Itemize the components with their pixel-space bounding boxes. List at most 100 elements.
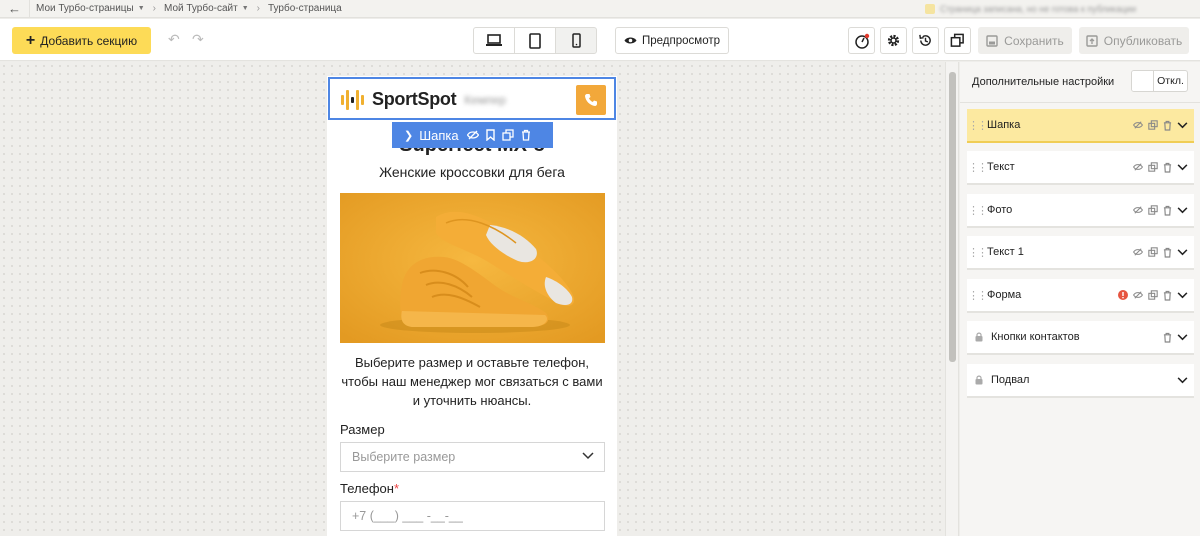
chevron-down-icon[interactable]	[1177, 248, 1188, 256]
publish-button[interactable]: Опубликовать	[1079, 27, 1189, 54]
undo-icon[interactable]: ↶	[168, 31, 180, 48]
hide-eye-icon[interactable]	[466, 130, 479, 140]
hide-eye-icon[interactable]	[1133, 121, 1143, 129]
copy-icon[interactable]	[501, 129, 514, 141]
gear-icon	[887, 34, 900, 47]
phone-label-text: Телефон	[340, 481, 394, 496]
chevron-down-icon	[582, 452, 594, 460]
caret-down-icon: ▼	[137, 5, 145, 12]
save-label: Сохранить	[1004, 33, 1064, 48]
trash-icon[interactable]	[1163, 120, 1172, 131]
chevron-down-icon[interactable]	[1177, 376, 1188, 384]
section-item-footer[interactable]: Подвал	[967, 364, 1194, 398]
settings-button[interactable]	[880, 27, 907, 54]
save-button[interactable]: Сохранить	[978, 27, 1072, 54]
form-description[interactable]: Выберите размер и оставьте телефон, чтоб…	[337, 353, 607, 410]
product-photo[interactable]	[340, 193, 605, 343]
copy-icon[interactable]	[1148, 290, 1158, 300]
device-switcher	[473, 27, 597, 54]
brand-tagline: Кемпер	[464, 92, 507, 107]
tablet-icon	[529, 32, 541, 49]
scrollbar-thumb[interactable]	[949, 72, 956, 362]
publish-label: Опубликовать	[1103, 33, 1183, 48]
hide-eye-icon[interactable]	[1133, 248, 1143, 256]
toggle-knob	[1132, 71, 1154, 91]
drag-handle-icon[interactable]: ⋮⋮	[967, 204, 988, 217]
header-section-selected[interactable]: SportSpot Кемпер	[328, 77, 616, 120]
copy-icon[interactable]	[1148, 205, 1158, 215]
preview-label: Предпросмотр	[642, 34, 720, 47]
add-section-label: Добавить секцию	[40, 33, 138, 48]
call-button[interactable]	[576, 85, 606, 115]
chevron-down-icon[interactable]	[1177, 121, 1188, 129]
phone-placeholder: +7 (___) ___ -__-__	[352, 509, 463, 523]
breadcrumb-bar: ← Мои Турбо-страницы ▼ › Мой Турбо-сайт …	[0, 0, 1200, 18]
chevron-down-icon[interactable]	[1177, 333, 1188, 341]
section-item-label: Фото	[987, 204, 1013, 216]
phone-icon	[571, 33, 581, 48]
canvas-scrollbar[interactable]	[945, 62, 959, 536]
trash-icon[interactable]	[1163, 290, 1172, 301]
breadcrumb-label: Мой Турбо-сайт	[164, 3, 238, 14]
section-item-label: Текст	[987, 161, 1015, 173]
hide-eye-icon[interactable]	[1133, 291, 1143, 299]
breadcrumb-separator-icon: ›	[152, 3, 156, 14]
section-item-header[interactable]: ⋮⋮ Шапка	[967, 109, 1194, 143]
trash-icon[interactable]	[1163, 205, 1172, 216]
history-icon	[919, 34, 931, 46]
trash-icon[interactable]	[1163, 247, 1172, 258]
product-subtitle[interactable]: Женские кроссовки для бега	[327, 164, 617, 180]
drag-handle-icon[interactable]: ⋮⋮	[967, 161, 988, 174]
hide-eye-icon[interactable]	[1133, 163, 1143, 171]
size-select[interactable]: Выберите размер	[340, 442, 605, 472]
collapse-chevron-icon[interactable]: ❯	[404, 129, 413, 142]
section-item-text[interactable]: ⋮⋮ Текст	[967, 151, 1194, 185]
notice-text: Страница записана, но не готова к публик…	[940, 4, 1137, 14]
size-label: Размер	[340, 422, 385, 437]
advanced-settings-toggle[interactable]: Откл.	[1131, 70, 1188, 92]
back-arrow-icon[interactable]: ←	[0, 0, 30, 18]
lock-icon	[967, 375, 991, 385]
duplicate-button[interactable]	[944, 27, 971, 54]
chevron-down-icon[interactable]	[1177, 163, 1188, 171]
copy-icon[interactable]	[1148, 120, 1158, 130]
section-item-label: Текст 1	[987, 246, 1024, 258]
trash-icon[interactable]	[1163, 332, 1172, 343]
section-item-photo[interactable]: ⋮⋮ Фото	[967, 194, 1194, 228]
copy-icon	[950, 33, 964, 47]
chevron-down-icon[interactable]	[1177, 206, 1188, 214]
drag-handle-icon[interactable]: ⋮⋮	[967, 119, 988, 132]
advanced-settings-label: Дополнительные настройки	[972, 76, 1115, 88]
breadcrumb-label: Мои Турбо-страницы	[36, 3, 134, 14]
breadcrumb-turbo-site[interactable]: Мой Турбо-сайт ▼	[158, 3, 255, 14]
section-item-label: Форма	[987, 289, 1022, 301]
plus-icon: +	[25, 31, 36, 49]
drag-handle-icon[interactable]: ⋮⋮	[967, 289, 988, 302]
section-item-contact-buttons[interactable]: Кнопки контактов	[967, 321, 1194, 355]
section-name-label: Шапка	[419, 127, 459, 143]
section-item-form[interactable]: ⋮⋮ Форма	[967, 279, 1194, 313]
preview-button[interactable]: Предпросмотр	[615, 27, 729, 54]
status-notice: Страница записана, но не готова к публик…	[925, 0, 1200, 18]
desktop-view-button[interactable]	[473, 27, 515, 54]
trash-icon[interactable]	[521, 129, 531, 141]
copy-icon[interactable]	[1148, 162, 1158, 172]
drag-handle-icon[interactable]: ⋮⋮	[967, 246, 988, 259]
bookmark-icon[interactable]	[485, 129, 495, 141]
breadcrumb-turbo-pages[interactable]: Мои Турбо-страницы ▼	[30, 3, 151, 14]
tablet-view-button[interactable]	[514, 27, 556, 54]
brand-logo: SportSpot Кемпер	[341, 89, 506, 110]
hide-eye-icon[interactable]	[1133, 206, 1143, 214]
chevron-down-icon[interactable]	[1177, 291, 1188, 299]
copy-icon[interactable]	[1148, 247, 1158, 257]
phone-input[interactable]: +7 (___) ___ -__-__	[340, 501, 605, 531]
mobile-view-button[interactable]	[555, 27, 597, 54]
trash-icon[interactable]	[1163, 162, 1172, 173]
section-item-text-1[interactable]: ⋮⋮ Текст 1	[967, 236, 1194, 270]
toggle-label: Откл.	[1157, 75, 1184, 87]
redo-icon[interactable]: ↷	[192, 31, 204, 48]
size-placeholder: Выберите размер	[352, 450, 456, 464]
speed-check-button[interactable]	[848, 27, 875, 54]
history-button[interactable]	[912, 27, 939, 54]
add-section-button[interactable]: + Добавить секцию	[12, 27, 151, 54]
